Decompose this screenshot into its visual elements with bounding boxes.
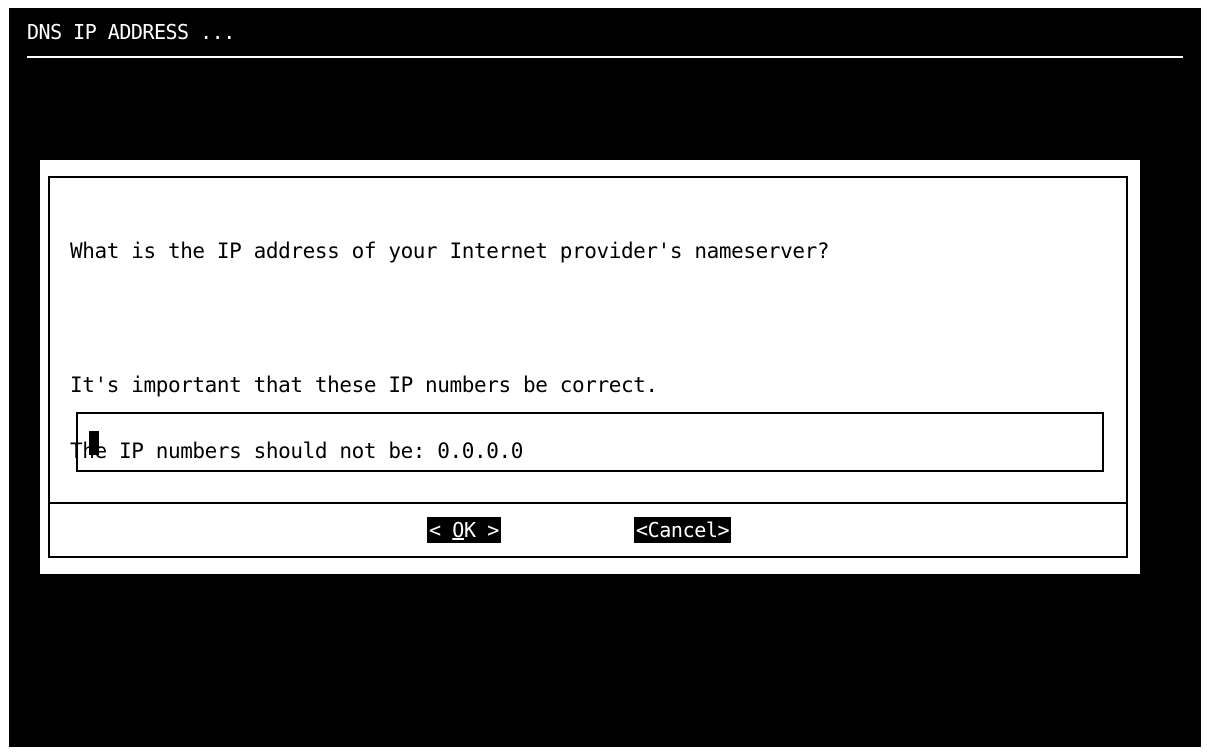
input-dialog: What is the IP address of your Internet … (40, 160, 1140, 662)
terminal-screen: DNS IP ADDRESS ... What is the IP addres… (9, 8, 1201, 747)
nameserver-ip-input[interactable] (76, 412, 1104, 472)
ok-button-hotkey: O (452, 518, 464, 542)
cancel-button[interactable]: <Cancel> (634, 517, 732, 543)
prompt-note-line-1: Note: Your service provider's technical … (70, 573, 842, 597)
button-divider (48, 502, 1128, 504)
ok-button-rest: K > (463, 518, 499, 542)
backtitle-divider (27, 56, 1183, 58)
ok-button-left: < (429, 518, 453, 542)
prompt-warning-line-1: It's important that these IP numbers be … (70, 373, 658, 397)
backtitle: DNS IP ADDRESS ... (27, 20, 235, 44)
prompt-question: What is the IP address of your Internet … (70, 239, 830, 263)
text-cursor (89, 431, 99, 455)
ok-button[interactable]: < OK > (427, 517, 501, 543)
prompt-note-line-2: with this information. Example: 207.132.… (70, 639, 646, 663)
